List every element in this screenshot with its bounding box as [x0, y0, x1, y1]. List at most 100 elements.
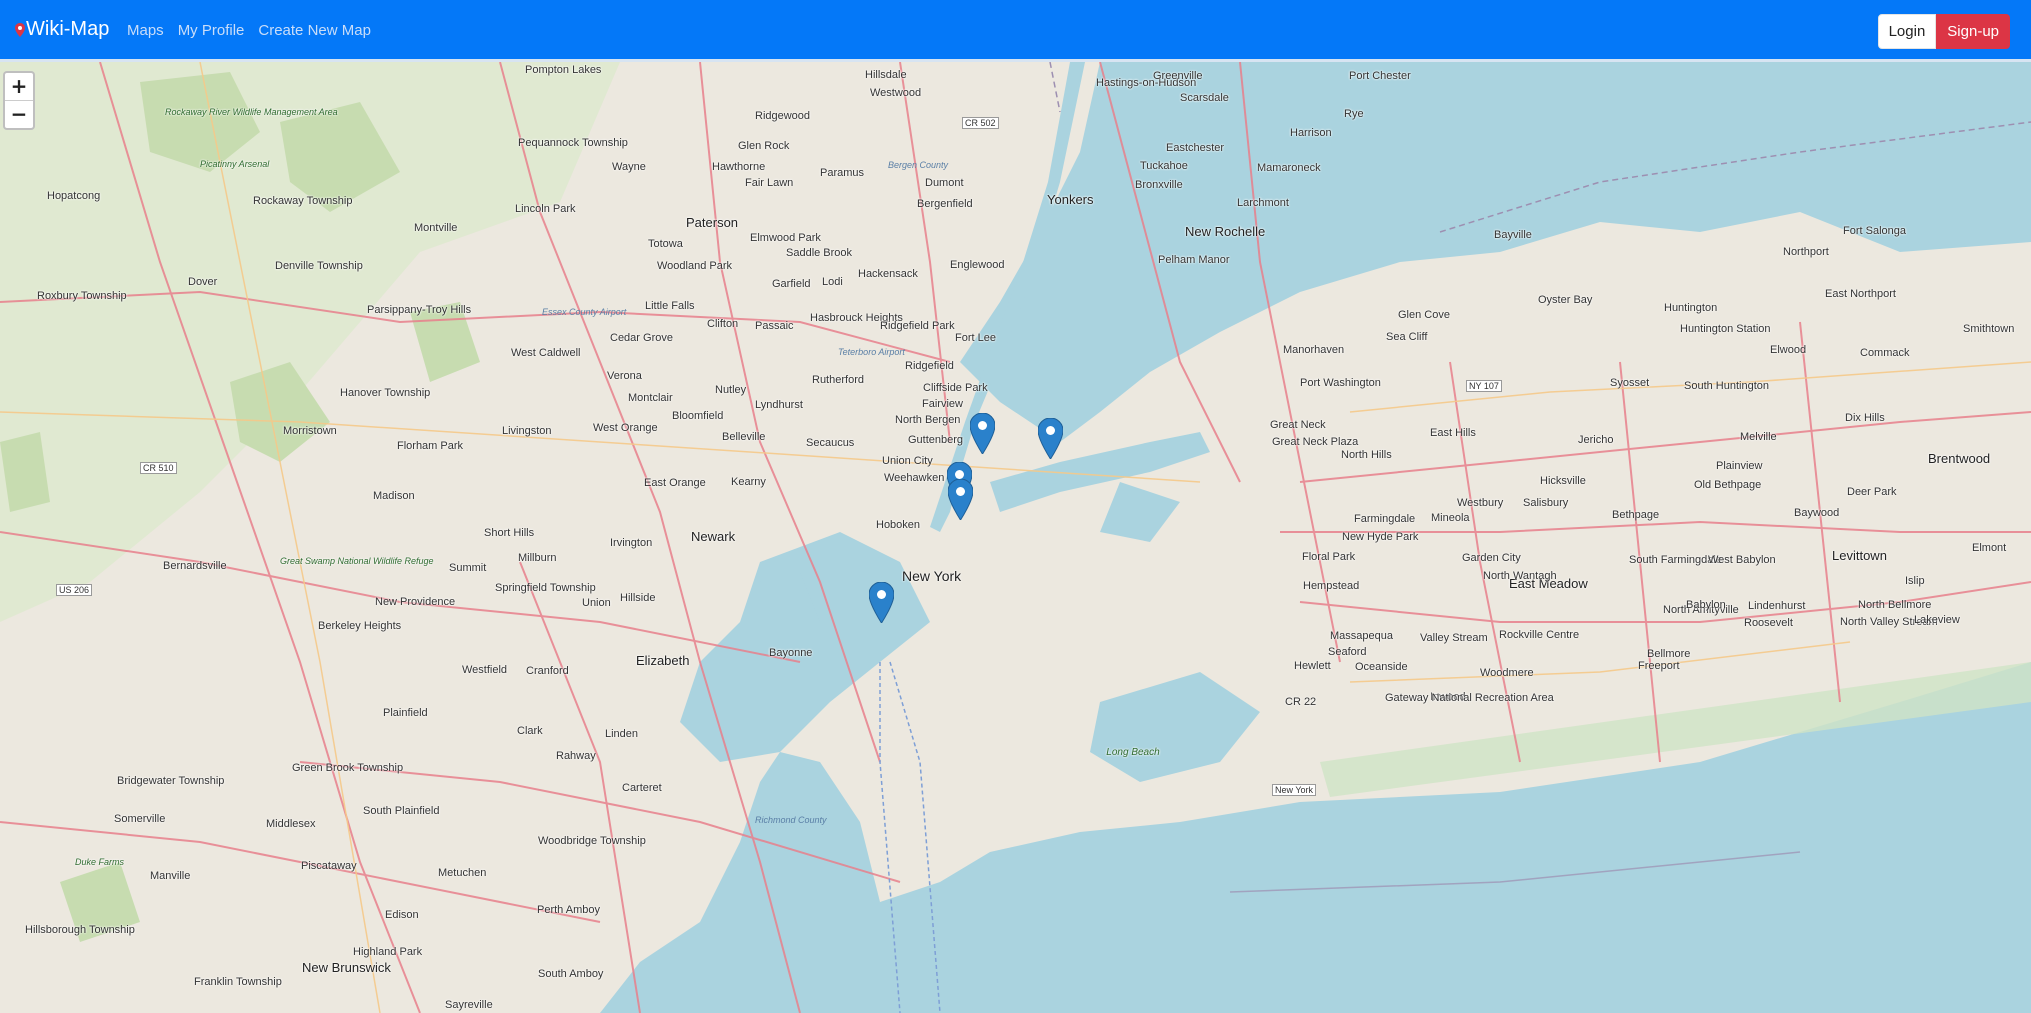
map-label: Morristown: [283, 425, 337, 437]
map-label: East Hills: [1430, 427, 1476, 439]
map-label: Bloomfield: [672, 410, 724, 422]
map-label: West Orange: [593, 422, 658, 434]
map-label: Hillside: [620, 592, 656, 604]
map-label: New York: [902, 568, 962, 584]
map-label: Long Beach: [1106, 747, 1160, 758]
map-label: Richmond County: [755, 815, 827, 825]
map-label: Hempstead: [1303, 580, 1360, 592]
map-label: Northport: [1783, 246, 1829, 258]
map-label: Ridgewood: [755, 110, 811, 122]
brand-name: Wiki-Map: [26, 18, 110, 40]
login-button[interactable]: Login: [1877, 14, 1937, 49]
map-label: New Providence: [375, 596, 456, 608]
map-marker-icon[interactable]: [869, 582, 894, 623]
map-label: Scarsdale: [1180, 92, 1229, 104]
map-label: Manville: [150, 870, 191, 882]
map-label: Florham Park: [397, 440, 464, 452]
map-label: Old Bethpage: [1694, 479, 1762, 491]
map-label: Hanover Township: [340, 387, 431, 399]
map-label: Clifton: [707, 318, 739, 330]
map-label: Livingston: [502, 425, 552, 437]
map-label: Bethpage: [1612, 509, 1660, 521]
map-label: Clark: [517, 725, 543, 737]
map-label: Bridgewater Township: [117, 775, 225, 787]
map-label: Hackensack: [858, 268, 918, 280]
map-label: Linden: [605, 728, 639, 740]
map-label: Union: [582, 597, 611, 609]
map-label: Lodi: [822, 276, 843, 288]
map-label: Bernardsville: [163, 560, 227, 572]
map-label: Woodbridge Township: [538, 835, 646, 847]
map-label: Sayreville: [445, 999, 493, 1011]
map-label: Hicksville: [1540, 475, 1586, 487]
map-label: Plainfield: [383, 707, 428, 719]
map-label: Hoboken: [876, 519, 921, 531]
map-label: Rutherford: [812, 374, 864, 386]
map-label: Piscataway: [301, 860, 357, 872]
zoom-out-button[interactable]: −: [5, 100, 33, 128]
map-label: Syosset: [1610, 377, 1650, 389]
map-marker-icon[interactable]: [970, 413, 995, 454]
map-label: Plainview: [1716, 460, 1763, 472]
map[interactable]: + − Pompton Lakes Hillsdale Westwood Has…: [0, 62, 2031, 1013]
map-label: Montville: [414, 222, 458, 234]
map-label: Dumont: [925, 177, 964, 189]
map-label: Rockaway River Wildlife Management Area: [165, 107, 338, 117]
map-label: Great Neck: [1270, 419, 1326, 431]
map-label: Woodmere: [1480, 667, 1534, 679]
map-label: Totowa: [648, 238, 683, 250]
map-label: Cranford: [526, 665, 569, 677]
map-label: Great Neck Plaza: [1272, 436, 1359, 448]
map-label: Sea Cliff: [1386, 331, 1428, 343]
map-label: Valley Stream: [1420, 632, 1488, 644]
nav-link-my-profile[interactable]: My Profile: [178, 22, 245, 39]
map-label: Pelham Manor: [1158, 254, 1230, 266]
map-label: Levittown: [1832, 548, 1887, 563]
map-label: Huntington: [1664, 302, 1718, 314]
nav-links: Maps My Profile Create New Map: [127, 22, 371, 39]
map-label: Montclair: [628, 392, 673, 404]
map-label: Larchmont: [1237, 197, 1289, 209]
road-shield: NY 107: [1466, 380, 1502, 392]
map-label: Lyndhurst: [755, 399, 803, 411]
map-label: Farmingdale: [1354, 513, 1416, 525]
brand-link[interactable]: Wiki-Map: [15, 18, 109, 41]
map-label: Fairview: [922, 398, 963, 410]
map-label: West Babylon: [1708, 554, 1776, 566]
nav-link-create-new-map[interactable]: Create New Map: [258, 22, 371, 39]
map-label: Passaic: [755, 320, 794, 332]
map-label: Oceanside: [1355, 661, 1408, 673]
map-label: Bergen County: [888, 160, 949, 170]
map-label: Hopatcong: [47, 190, 101, 202]
map-label: Baywood: [1794, 507, 1840, 519]
map-label: Babylon: [1686, 599, 1726, 611]
map-label: New Brunswick: [302, 960, 391, 975]
map-label: Glen Rock: [738, 140, 790, 152]
map-label: Verona: [607, 370, 642, 382]
map-label: East Northport: [1825, 288, 1896, 300]
map-label: Seaford: [1328, 646, 1367, 658]
map-label: Fair Lawn: [745, 177, 794, 189]
map-label: Cliffside Park: [923, 382, 988, 394]
map-label: Belleville: [722, 431, 766, 443]
map-label: Fort Lee: [955, 332, 996, 344]
map-label: Oyster Bay: [1538, 294, 1593, 306]
map-label: Rockville Centre: [1499, 629, 1580, 641]
map-marker-icon[interactable]: [1038, 418, 1063, 459]
map-label: Elmont: [1972, 542, 2007, 554]
map-label: Perth Amboy: [537, 904, 600, 916]
map-label: Bergenfield: [917, 198, 973, 210]
map-label: Brentwood: [1928, 451, 1991, 466]
map-label: Commack: [1860, 347, 1910, 359]
nav-link-maps[interactable]: Maps: [127, 22, 164, 39]
map-label: Hawthorne: [712, 161, 766, 173]
signup-button[interactable]: Sign-up: [1936, 14, 2010, 49]
map-marker-icon[interactable]: [948, 479, 973, 520]
zoom-in-button[interactable]: +: [5, 73, 33, 100]
map-label: Middlesex: [266, 818, 316, 830]
map-label: Roxbury Township: [37, 290, 127, 302]
map-label: Secaucus: [806, 437, 855, 449]
map-label: Great Swamp National Wildlife Refuge: [280, 556, 434, 566]
map-label: Pompton Lakes: [525, 64, 602, 76]
map-label: Freeport: [1638, 660, 1680, 672]
